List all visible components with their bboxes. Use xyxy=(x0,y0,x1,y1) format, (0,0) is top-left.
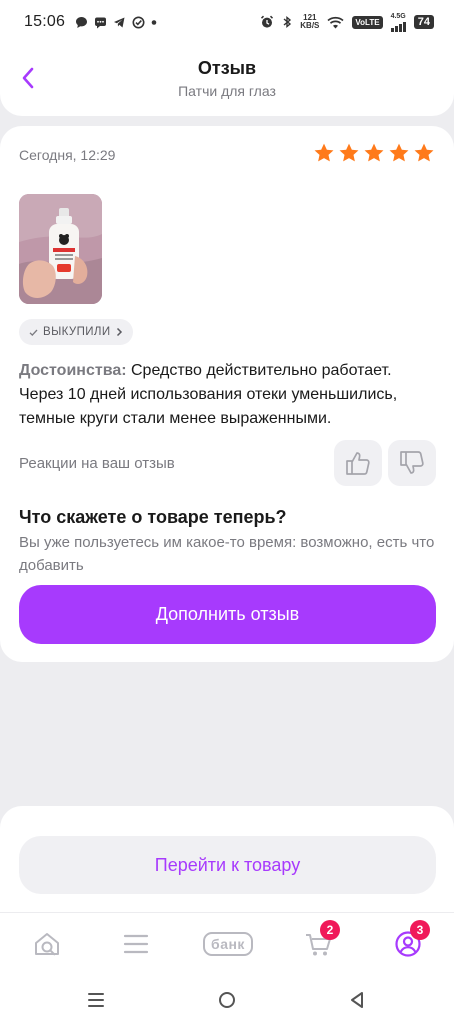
status-left: 15:06 xyxy=(24,13,157,31)
bought-badge-label: ВЫКУПИЛИ xyxy=(43,326,111,338)
like-button[interactable] xyxy=(334,440,382,486)
status-bar: 15:06 121 KB/S VoLTE 4.5G 74 xyxy=(0,0,454,44)
home-search-icon xyxy=(35,933,59,956)
star-icon xyxy=(314,143,334,162)
page-title: Отзыв xyxy=(197,58,257,78)
network-speed: 121 KB/S xyxy=(300,14,319,30)
add-review-button[interactable]: Дополнить отзыв xyxy=(19,585,436,644)
nav-bank[interactable]: банк xyxy=(198,924,258,964)
bought-badge[interactable]: ВЫКУПИЛИ xyxy=(19,319,133,345)
status-right: 121 KB/S VoLTE 4.5G 74 xyxy=(260,13,434,32)
star-icon xyxy=(389,143,409,162)
system-nav-bar xyxy=(0,976,454,1024)
wifi-icon xyxy=(327,16,344,28)
star-icon xyxy=(339,143,359,162)
back-triangle-icon xyxy=(351,992,363,1008)
review-card: Сегодня, 12:29 ВЫКУПИЛИ Достоинства: Сре… xyxy=(0,126,454,662)
recent-apps-icon xyxy=(88,993,104,1007)
review-advantages: Достоинства: Средство действительно рабо… xyxy=(19,359,439,431)
status-time: 15:06 xyxy=(24,13,66,30)
check-circle-icon xyxy=(132,16,145,28)
chevron-right-icon xyxy=(116,327,122,337)
check-icon xyxy=(29,329,38,336)
page-header: Отзыв Патчи для глаз xyxy=(0,44,454,116)
cell-signal: 4.5G xyxy=(391,13,406,32)
rating-stars xyxy=(313,142,435,164)
telegram-icon xyxy=(114,17,125,27)
menu-icon xyxy=(123,934,149,954)
bluetooth-icon xyxy=(283,16,292,28)
page-subtitle: Патчи для глаз xyxy=(178,83,276,99)
review-photo[interactable] xyxy=(19,194,102,304)
message-icon xyxy=(95,17,107,28)
cart-badge: 2 xyxy=(320,920,340,940)
battery-level: 74 xyxy=(413,15,434,29)
home-circle-icon xyxy=(219,992,235,1008)
dislike-button[interactable] xyxy=(388,440,436,486)
chat-bubble-icon xyxy=(76,16,88,28)
bank-label: банк xyxy=(203,932,253,956)
prompt-text: Вы уже пользуетесь им какое-то время: во… xyxy=(19,534,435,574)
bottom-nav: банк 2 3 xyxy=(0,910,454,974)
advantages-label: Достоинства: xyxy=(19,362,127,379)
alarm-icon xyxy=(261,15,274,28)
reactions-label: Реакции на ваш отзыв xyxy=(19,455,175,472)
dot-icon xyxy=(151,19,157,25)
nav-cart[interactable]: 2 xyxy=(298,920,340,964)
signal-bars-icon xyxy=(390,20,406,32)
network-type: 4.5G xyxy=(390,12,406,20)
thumbs-down-icon xyxy=(400,451,424,474)
goto-product-button[interactable]: Перейти к товару xyxy=(19,836,436,894)
network-speed-unit: KB/S xyxy=(300,21,320,30)
star-icon xyxy=(414,143,434,162)
volte-badge: VoLTE xyxy=(352,15,383,29)
star-icon xyxy=(364,143,384,162)
profile-badge: 3 xyxy=(410,920,430,940)
nav-profile[interactable]: 3 xyxy=(388,920,430,964)
home-button[interactable] xyxy=(215,988,239,1012)
review-date: Сегодня, 12:29 xyxy=(19,147,116,163)
thumbs-up-icon xyxy=(346,452,370,475)
recent-apps-button[interactable] xyxy=(84,988,108,1012)
back-nav-button[interactable] xyxy=(345,988,369,1012)
nav-home[interactable] xyxy=(27,924,67,964)
product-photo-image xyxy=(19,194,102,304)
prompt-title: Что скажете о товаре теперь? xyxy=(19,507,287,527)
nav-catalog[interactable] xyxy=(116,924,156,964)
